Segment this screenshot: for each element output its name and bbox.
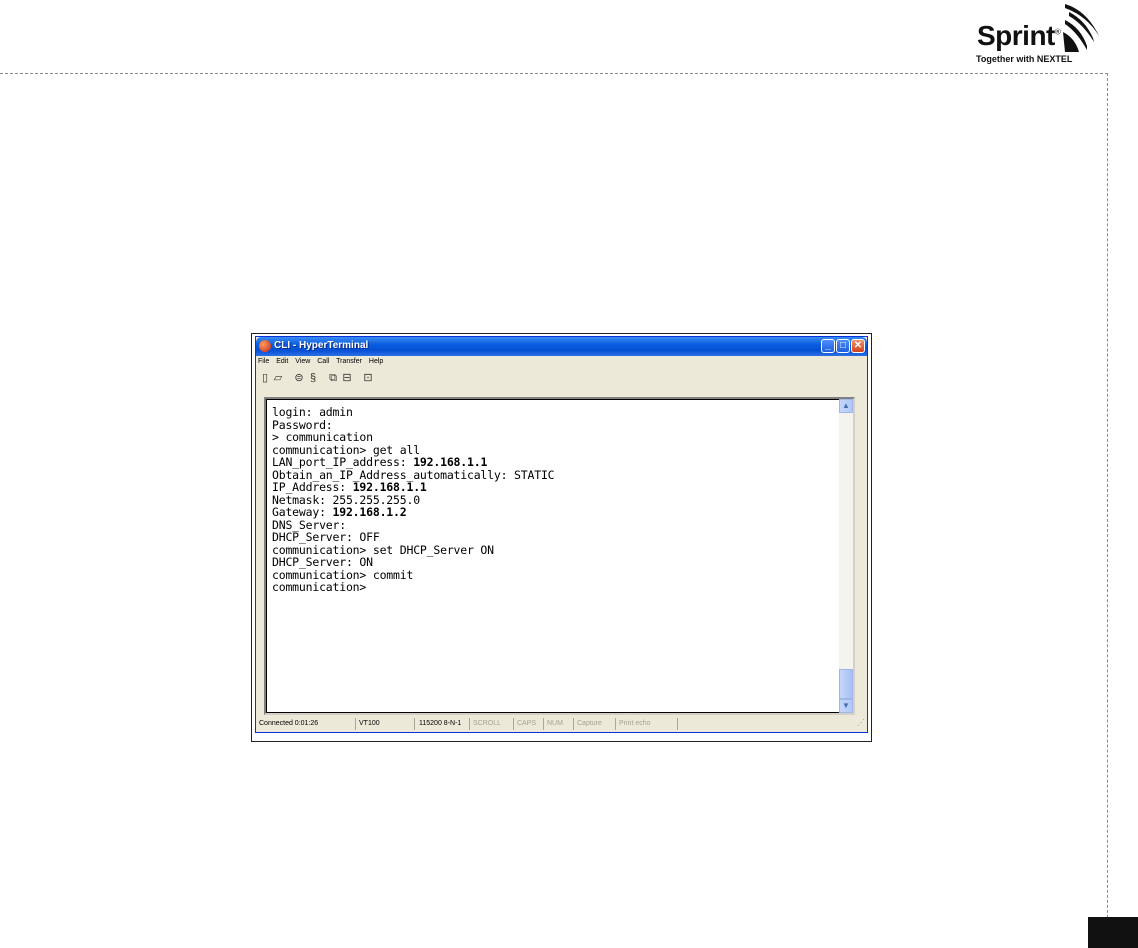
send-icon[interactable]: ⧉: [327, 372, 339, 384]
screenshot-frame: CLI - HyperTerminal _ □ ✕ File Edit View…: [251, 333, 872, 742]
status-scroll: SCROLL: [472, 718, 514, 730]
status-print-echo: Print echo: [618, 718, 678, 730]
page-divider-right: [1107, 73, 1108, 948]
minimize-button[interactable]: _: [821, 339, 835, 353]
scroll-thumb[interactable]: [839, 669, 853, 699]
new-file-icon[interactable]: ▯: [259, 372, 271, 384]
vertical-scrollbar[interactable]: ▲ ▼: [839, 399, 853, 713]
logo-wordmark: Sprint®: [977, 20, 1061, 51]
hyperterminal-app-icon[interactable]: [259, 340, 271, 352]
status-emulation: VT100: [358, 718, 415, 730]
menu-edit[interactable]: Edit: [276, 358, 288, 365]
receive-icon[interactable]: ⊟: [341, 372, 353, 384]
terminal-line: communication>: [272, 580, 367, 594]
close-button[interactable]: ✕: [851, 339, 865, 353]
status-port-settings: 115200 8-N-1: [418, 718, 470, 730]
scroll-up-icon[interactable]: ▲: [839, 399, 853, 413]
status-bar: Connected 0:01:26 VT100 115200 8-N-1 SCR…: [258, 718, 867, 730]
menu-file[interactable]: File: [258, 358, 269, 365]
disconnect-icon[interactable]: §: [307, 372, 319, 384]
logo-tagline: Together with NEXTEL: [976, 54, 1073, 64]
status-num: NUM: [546, 718, 574, 730]
status-caps: CAPS: [516, 718, 544, 730]
menu-bar: File Edit View Call Transfer Help: [258, 358, 388, 370]
scroll-down-icon[interactable]: ▼: [839, 699, 853, 713]
settings-icon[interactable]: ⊡: [362, 372, 374, 384]
menu-help[interactable]: Help: [369, 358, 383, 365]
resize-grip-icon[interactable]: ⋰: [857, 718, 867, 730]
properties-icon[interactable]: ⊜: [293, 372, 305, 384]
window-title: CLI - HyperTerminal: [274, 340, 369, 351]
status-connected: Connected 0:01:26: [258, 718, 356, 730]
hyperterminal-window: CLI - HyperTerminal _ □ ✕ File Edit View…: [255, 336, 868, 733]
page-number-tab: [1088, 917, 1138, 948]
menu-call[interactable]: Call: [317, 358, 329, 365]
maximize-button[interactable]: □: [836, 339, 850, 353]
menu-transfer[interactable]: Transfer: [336, 358, 362, 365]
sprint-logo: Sprint® Together with NEXTEL: [975, 2, 1100, 68]
sprint-wing-icon: [1063, 4, 1099, 52]
terminal-area[interactable]: login: admin Password: > communication c…: [264, 397, 855, 715]
open-folder-icon[interactable]: ▱: [272, 372, 284, 384]
page-divider-top: [0, 73, 1108, 74]
title-bar[interactable]: CLI - HyperTerminal _ □ ✕: [256, 337, 867, 356]
status-capture: Capture: [576, 718, 616, 730]
menu-view[interactable]: View: [295, 358, 310, 365]
terminal-output[interactable]: login: admin Password: > communication c…: [266, 399, 839, 713]
